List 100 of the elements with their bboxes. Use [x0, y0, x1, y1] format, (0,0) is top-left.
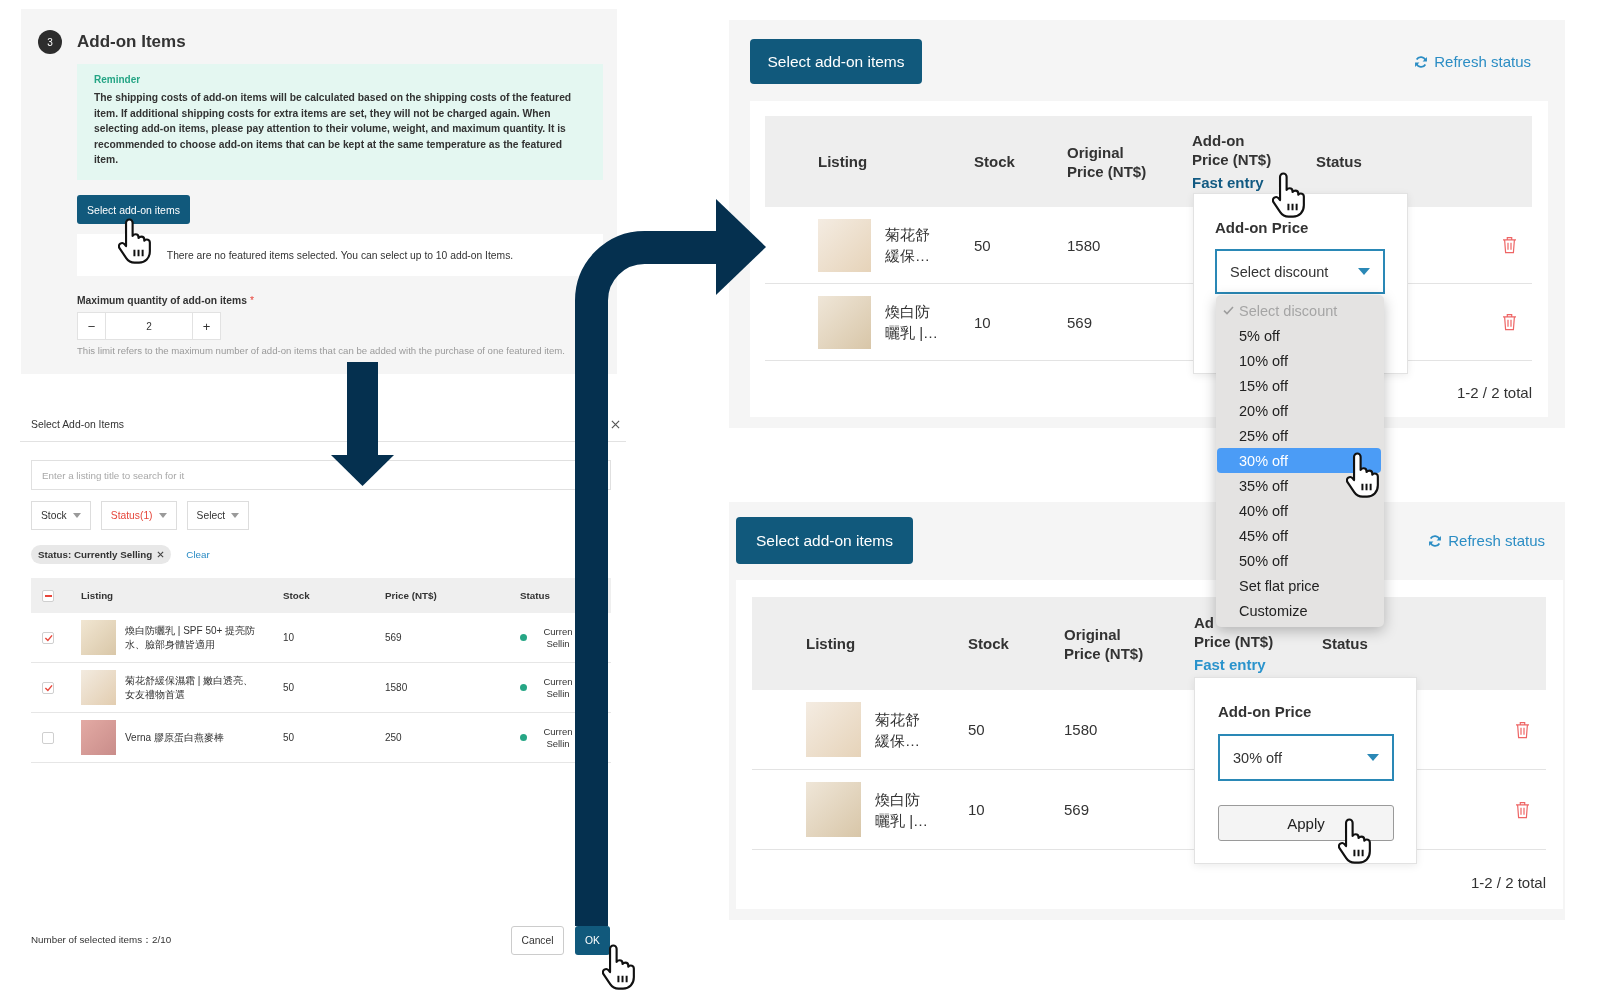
product-photo	[818, 218, 871, 272]
quantity-label: Maximum quantity of add-on items	[77, 294, 247, 308]
discount-select[interactable]: 30% off	[1218, 734, 1394, 781]
stock-value: 10	[283, 632, 295, 643]
dropdown-option[interactable]: 35% off	[1217, 473, 1381, 498]
dropdown-option[interactable]: 45% off	[1217, 523, 1381, 548]
product-photo	[81, 670, 116, 705]
status-text: Curren Sellin	[542, 625, 574, 650]
pagination-text: 1-2 / 2 total	[1470, 873, 1546, 892]
filter-dropdown[interactable]: Select	[186, 501, 250, 530]
stock-value: 10	[968, 801, 985, 818]
refresh-icon	[1428, 533, 1443, 548]
minus-button[interactable]: −	[77, 312, 106, 340]
dropdown-option[interactable]: 10% off	[1217, 348, 1381, 373]
product-name: 菊花舒緩保…	[885, 225, 931, 266]
select-items-button[interactable]: Select add-on items	[736, 517, 913, 564]
stock-value: 50	[974, 236, 991, 254]
product-photo	[818, 295, 871, 349]
column-header: Status	[1322, 634, 1368, 653]
product-photo	[806, 782, 861, 837]
discount-select[interactable]: Select discount	[1215, 249, 1385, 294]
clear-link[interactable]: Clear	[186, 549, 210, 560]
dropdown-option[interactable]: 50% off	[1217, 548, 1381, 573]
dropdown-option[interactable]: 25% off	[1217, 423, 1381, 448]
pagination-text: 1-2 / 2 total	[1456, 383, 1532, 402]
select-items-button[interactable]: Select add-on items	[77, 195, 190, 224]
caret-icon	[158, 513, 167, 518]
column-header: Original Price (NT$)	[1064, 624, 1145, 663]
filter-dropdown[interactable]: Stock	[31, 501, 91, 530]
trash-icon[interactable]	[1502, 313, 1517, 331]
product-photo	[806, 702, 861, 757]
status-text: Curren Sellin	[542, 725, 574, 750]
column-header: Status	[1316, 152, 1362, 171]
trash-icon[interactable]	[1502, 236, 1517, 254]
dropdown-option[interactable]: Set flat price	[1217, 573, 1381, 598]
price-value: 1580	[1067, 236, 1101, 254]
column-header: Listing	[81, 590, 114, 601]
product-name: Verna 膠原蛋白燕麥棒	[125, 730, 225, 745]
cancel-button[interactable]: Cancel	[511, 926, 564, 955]
quantity-hint: This limit refers to the maximum number of add-on items that can be added with the purchase of one featured item.	[77, 345, 565, 357]
price-value: 569	[1067, 313, 1093, 331]
price-value: 569	[1064, 801, 1090, 818]
quantity-field[interactable]: 2	[106, 312, 192, 340]
column-header: Ad	[1194, 613, 1214, 632]
product-name: 煥白防曬乳 |…	[875, 789, 930, 831]
dropdown-option[interactable]: 20% off	[1217, 398, 1381, 423]
filter-dropdown[interactable]: Status(1)	[100, 501, 177, 530]
checkbox[interactable]	[42, 731, 54, 744]
caret-icon	[1358, 268, 1370, 275]
popover-title: Add-on Price	[1218, 703, 1312, 721]
checkbox[interactable]	[42, 631, 54, 644]
search-field[interactable]: Enter a listing title to search for it	[31, 460, 611, 490]
product-name: 煥白防曬乳 |…	[885, 302, 940, 343]
hand-cursor-icon	[602, 944, 635, 990]
price-value: 1580	[1064, 721, 1098, 738]
product-photo	[81, 720, 116, 755]
close-icon[interactable]	[157, 551, 165, 558]
dropdown-option[interactable]: 15% off	[1217, 373, 1381, 398]
fast-entry-link[interactable]: Fast entry	[1192, 173, 1264, 192]
checkbox[interactable]	[42, 589, 54, 602]
price-value: 1580	[385, 682, 408, 693]
column-header: Price (NT$)	[385, 590, 437, 601]
dropdown-option[interactable]: 40% off	[1217, 498, 1381, 523]
column-header: Add-on Price (NT$)	[1192, 131, 1273, 169]
column-header: Listing	[818, 152, 868, 171]
trash-icon[interactable]	[1515, 800, 1530, 819]
stock-value: 50	[968, 721, 985, 738]
reminder-text: The shipping costs of add-on items will be calculated based on the shipping costs of the featured item. If additional shipping costs for extra items are set, they will not be charged again. When selecting add-on items, please pay attention to their volume, weight, and maximum quantity. It is recommended to choose add-on items that can be kept at the same temperature as the featured item.	[94, 91, 573, 168]
trash-icon[interactable]	[1515, 720, 1530, 739]
product-photo	[81, 620, 116, 655]
apply-button[interactable]: Apply	[1218, 805, 1394, 841]
hand-cursor-icon	[1346, 452, 1379, 498]
column-header: Listing	[806, 634, 856, 653]
refresh-icon	[1414, 54, 1429, 69]
close-icon[interactable]	[611, 420, 620, 429]
price-value: 569	[385, 632, 402, 643]
plus-button[interactable]: +	[192, 312, 221, 340]
stock-value: 50	[283, 732, 295, 743]
column-header: Original Price (NT$)	[1067, 142, 1148, 181]
dropdown-option[interactable]: Customize	[1217, 598, 1381, 623]
step-badge: 3	[38, 30, 62, 54]
empty-note-text: There are no featured items selected. You can select up to 10 add-on Items.	[166, 249, 514, 261]
dropdown-option[interactable]: 5% off	[1217, 323, 1381, 348]
filter-tag-label: Status: Currently Selling	[38, 549, 153, 560]
caret-icon	[72, 513, 81, 518]
reminder-title: Reminder	[94, 73, 142, 87]
dialog-title: Select Add-on Items	[31, 418, 124, 432]
stock-value: 50	[283, 682, 295, 693]
column-header: Stock	[283, 590, 310, 601]
section-title: Add-on Items	[77, 32, 186, 52]
required-mark: *	[249, 294, 254, 308]
checkbox[interactable]	[42, 681, 54, 694]
column-header: Price (NT$)	[1194, 632, 1274, 651]
column-header: Stock	[968, 634, 1009, 653]
stock-value: 10	[974, 313, 991, 331]
column-header: Status	[520, 590, 550, 601]
product-name: 菊花舒緩保濕霜 | 嫩白透亮、女友禮物首選	[125, 673, 255, 702]
select-items-button[interactable]: Select add-on items	[750, 39, 922, 84]
confirm-button[interactable]: OK	[575, 926, 610, 955]
product-name: 煥白防曬乳 | SPF 50+ 提亮防水、臉部身體皆適用	[125, 623, 257, 652]
